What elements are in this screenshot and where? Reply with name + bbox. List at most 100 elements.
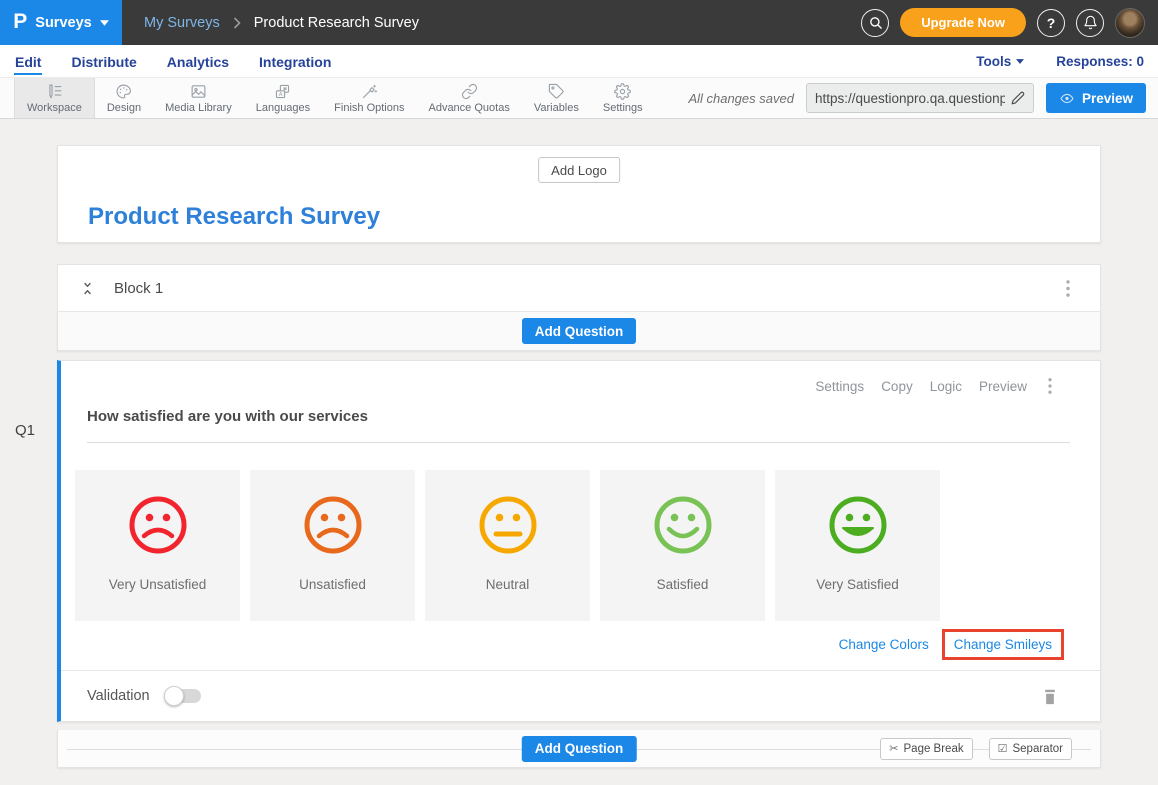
survey-header-card: Add Logo Product Research Survey: [57, 145, 1101, 243]
media-library-icon: [190, 83, 207, 100]
separator-button[interactable]: ☑ Separator: [989, 738, 1072, 760]
question-action-settings[interactable]: Settings: [815, 379, 864, 394]
scissors-icon: ✂: [889, 742, 898, 755]
delete-question-trash-icon[interactable]: [1042, 687, 1058, 706]
add-question-button-top[interactable]: Add Question: [522, 318, 637, 344]
toolbar-item-languages[interactable]: ✱A Languages: [244, 78, 322, 118]
toolbar-item-advance-quotas[interactable]: Advance Quotas: [416, 78, 521, 118]
app-switcher[interactable]: P Surveys: [0, 0, 122, 45]
neutral-smiley-icon: [477, 494, 539, 556]
notifications-button[interactable]: [1076, 9, 1104, 37]
caret-down-icon: [1016, 59, 1024, 64]
smiley-scale: Very Unsatisfied Unsatisfied Neutral Sat…: [75, 470, 1100, 621]
sad-smiley-icon: [302, 494, 364, 556]
validation-label: Validation: [87, 688, 150, 704]
very-happy-smiley-icon: [827, 494, 889, 556]
bell-icon: [1083, 15, 1098, 30]
workspace-icon: [46, 83, 63, 100]
tab-distribute[interactable]: Distribute: [70, 48, 137, 75]
tab-analytics[interactable]: Analytics: [166, 48, 230, 75]
page-break-label: Page Break: [904, 743, 964, 755]
caret-down-icon: [100, 20, 109, 26]
survey-nav: Edit Distribute Analytics Integration Tools…: [0, 45, 1158, 77]
scale-option-label: Very Satisfied: [816, 577, 899, 592]
editor-canvas: Q1 Add Logo Product Research Survey Bloc…: [0, 119, 1158, 785]
sad-smiley-icon: [127, 494, 189, 556]
breadcrumb: My Surveys Product Research Survey: [144, 15, 419, 31]
page-break-button[interactable]: ✂ Page Break: [880, 738, 972, 760]
breadcrumb-my-surveys[interactable]: My Surveys: [144, 15, 220, 31]
scale-option-very-satisfied[interactable]: Very Satisfied: [775, 470, 940, 621]
change-colors-link[interactable]: Change Colors: [839, 637, 929, 652]
toolbar-items: Workspace Design Media Library ✱A Languages F…: [14, 78, 655, 118]
scale-option-unsatisfied[interactable]: Unsatisfied: [250, 470, 415, 621]
edit-url-pencil-icon[interactable]: [1011, 91, 1025, 105]
toolbar-item-settings[interactable]: Settings: [591, 78, 655, 118]
variables-icon: [548, 83, 565, 100]
question-action-preview[interactable]: Preview: [979, 379, 1027, 394]
smiley-options-row: Change Colors Change Smileys: [61, 629, 1064, 660]
survey-title[interactable]: Product Research Survey: [88, 203, 380, 231]
toolbar-item-workspace[interactable]: Workspace: [14, 78, 95, 118]
toolbar-item-label: Media Library: [165, 102, 232, 114]
block-footer: Add Question ✂ Page Break ☑ Separator: [57, 730, 1101, 768]
advance-quotas-icon: [461, 83, 478, 100]
question-menu-kebab-icon[interactable]: [1044, 376, 1056, 396]
add-logo-button[interactable]: Add Logo: [538, 157, 620, 183]
search-icon: [868, 15, 883, 30]
header-actions: Upgrade Now ?: [861, 8, 1158, 38]
questionpro-logo-icon: P: [13, 11, 27, 32]
toolbar-item-label: Advance Quotas: [428, 102, 509, 114]
product-name: Surveys: [35, 15, 91, 31]
scale-option-label: Very Unsatisfied: [109, 577, 207, 592]
block-card: Block 1 Add Question Settings Copy Logic Pr…: [57, 264, 1101, 768]
toolbar-item-label: Languages: [256, 102, 310, 114]
question-action-logic[interactable]: Logic: [930, 379, 962, 394]
scale-option-very-unsatisfied[interactable]: Very Unsatisfied: [75, 470, 240, 621]
tab-edit[interactable]: Edit: [14, 48, 42, 75]
tools-menu[interactable]: Tools: [976, 54, 1024, 69]
scale-option-neutral[interactable]: Neutral: [425, 470, 590, 621]
tools-label: Tools: [976, 54, 1011, 69]
separator-label: Separator: [1012, 743, 1063, 755]
block-header: Block 1: [57, 264, 1101, 312]
tab-integration[interactable]: Integration: [258, 48, 332, 75]
toolbar-item-media-library[interactable]: Media Library: [153, 78, 244, 118]
toolbar-item-design[interactable]: Design: [95, 78, 153, 118]
help-button[interactable]: ?: [1037, 9, 1065, 37]
question-actions: Settings Copy Logic Preview: [61, 361, 1100, 396]
upgrade-now-button[interactable]: Upgrade Now: [900, 8, 1026, 37]
happy-smiley-icon: [652, 494, 714, 556]
scale-option-label: Unsatisfied: [299, 577, 366, 592]
scale-option-label: Satisfied: [657, 577, 709, 592]
collapse-block-icon[interactable]: [80, 280, 95, 297]
toolbar-item-label: Design: [107, 102, 141, 114]
top-header: P Surveys My Surveys Product Research Su…: [0, 0, 1158, 45]
survey-url-box: [806, 83, 1034, 113]
question-text[interactable]: How satisfied are you with our services: [87, 408, 1070, 443]
svg-text:A: A: [279, 92, 283, 98]
search-button[interactable]: [861, 9, 889, 37]
finish-options-icon: [361, 83, 378, 100]
workspace-toolbar: Workspace Design Media Library ✱A Languages F…: [0, 77, 1158, 119]
responses-count[interactable]: Responses: 0: [1056, 54, 1144, 69]
change-smileys-link[interactable]: Change Smileys: [954, 637, 1052, 652]
languages-icon: ✱A: [274, 83, 291, 100]
toolbar-right: All changes saved Preview: [688, 78, 1148, 118]
survey-url-input[interactable]: [815, 91, 1005, 106]
question-number: Q1: [15, 422, 35, 439]
chevron-right-icon: [233, 17, 241, 29]
scale-option-satisfied[interactable]: Satisfied: [600, 470, 765, 621]
preview-button[interactable]: Preview: [1046, 83, 1146, 113]
scale-option-label: Neutral: [486, 577, 530, 592]
add-question-button-bottom[interactable]: Add Question: [522, 736, 637, 762]
question-action-copy[interactable]: Copy: [881, 379, 913, 394]
toolbar-item-finish-options[interactable]: Finish Options: [322, 78, 416, 118]
avatar[interactable]: [1115, 8, 1145, 38]
validation-toggle[interactable]: [164, 686, 203, 706]
toolbar-item-label: Settings: [603, 102, 643, 114]
question-card: Settings Copy Logic Preview How satisfied a…: [57, 360, 1101, 722]
toolbar-item-variables[interactable]: Variables: [522, 78, 591, 118]
block-menu-kebab-icon[interactable]: [1062, 278, 1074, 299]
block-title[interactable]: Block 1: [114, 280, 163, 297]
